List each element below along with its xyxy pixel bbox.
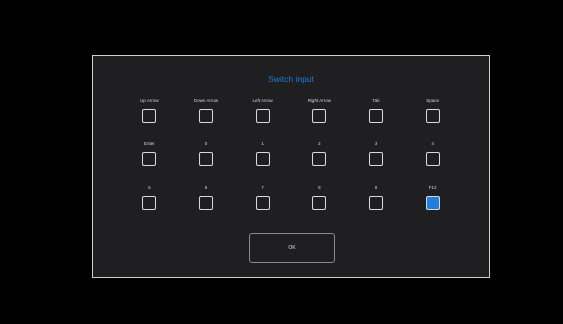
key-option: Enter xyxy=(121,140,178,183)
ok-button-label: OK xyxy=(288,245,296,251)
key-option: 6 xyxy=(178,184,235,227)
key-option: Right Arrow xyxy=(291,97,348,140)
key-checkbox[interactable] xyxy=(312,152,327,167)
key-option: 3 xyxy=(348,140,405,183)
key-label: Up Arrow xyxy=(140,98,159,103)
key-checkbox[interactable] xyxy=(142,152,157,167)
key-checkbox[interactable] xyxy=(255,195,270,210)
key-label: 9 xyxy=(374,184,378,190)
key-checkbox[interactable] xyxy=(255,152,270,167)
key-option: Left Arrow xyxy=(234,97,291,140)
key-checkbox[interactable] xyxy=(312,109,327,123)
key-checkbox[interactable] xyxy=(368,109,383,123)
key-label: 4 xyxy=(431,141,434,147)
key-option: 4 xyxy=(404,140,461,183)
key-label: Tab xyxy=(372,98,380,103)
key-option: 0 xyxy=(178,140,235,183)
key-checkbox[interactable] xyxy=(198,109,213,123)
key-label: 8 xyxy=(318,184,321,190)
key-label: Down Arrow xyxy=(193,98,219,103)
key-label: Left Arrow xyxy=(252,98,273,103)
key-label: 3 xyxy=(374,141,378,147)
key-grid: Up Arrow Down Arrow Left Arrow Right Arr… xyxy=(121,97,461,227)
key-label: 1 xyxy=(261,141,264,147)
key-option: Space xyxy=(404,97,461,140)
key-checkbox[interactable] xyxy=(198,195,213,210)
key-checkbox[interactable] xyxy=(198,152,213,167)
key-option: 9 xyxy=(348,184,405,227)
key-label: 5 xyxy=(148,184,151,190)
key-option: 2 xyxy=(291,140,348,183)
key-option: Up Arrow xyxy=(121,97,178,140)
dialog-title: Switch input xyxy=(268,74,314,84)
key-label: Enter xyxy=(143,141,155,147)
key-label: 7 xyxy=(261,184,264,190)
key-checkbox[interactable] xyxy=(368,195,383,210)
key-label: 6 xyxy=(204,184,208,190)
key-checkbox[interactable] xyxy=(312,195,327,210)
key-checkbox[interactable] xyxy=(425,195,440,210)
key-option: 5 xyxy=(121,184,178,227)
key-option: 1 xyxy=(234,140,291,183)
key-checkbox[interactable] xyxy=(255,109,270,123)
key-label: Space xyxy=(426,98,440,103)
key-checkbox[interactable] xyxy=(425,152,440,167)
switch-input-dialog: Switch input Up Arrow Down Arrow Left Ar… xyxy=(92,55,490,278)
screen: Switch input Up Arrow Down Arrow Left Ar… xyxy=(0,0,563,324)
key-label: 0 xyxy=(204,141,208,147)
key-option: Down Arrow xyxy=(178,97,235,140)
key-option: 8 xyxy=(291,184,348,227)
key-option: F12 xyxy=(404,184,461,227)
key-checkbox[interactable] xyxy=(368,152,383,167)
key-checkbox[interactable] xyxy=(142,109,157,123)
key-checkbox[interactable] xyxy=(425,109,440,123)
key-label: F12 xyxy=(428,184,437,190)
key-checkbox[interactable] xyxy=(142,195,157,210)
key-option: Tab xyxy=(348,97,405,140)
key-label: Right Arrow xyxy=(307,98,331,103)
ok-button[interactable]: OK xyxy=(249,233,335,263)
key-label: 2 xyxy=(318,141,321,147)
key-option: 7 xyxy=(234,184,291,227)
